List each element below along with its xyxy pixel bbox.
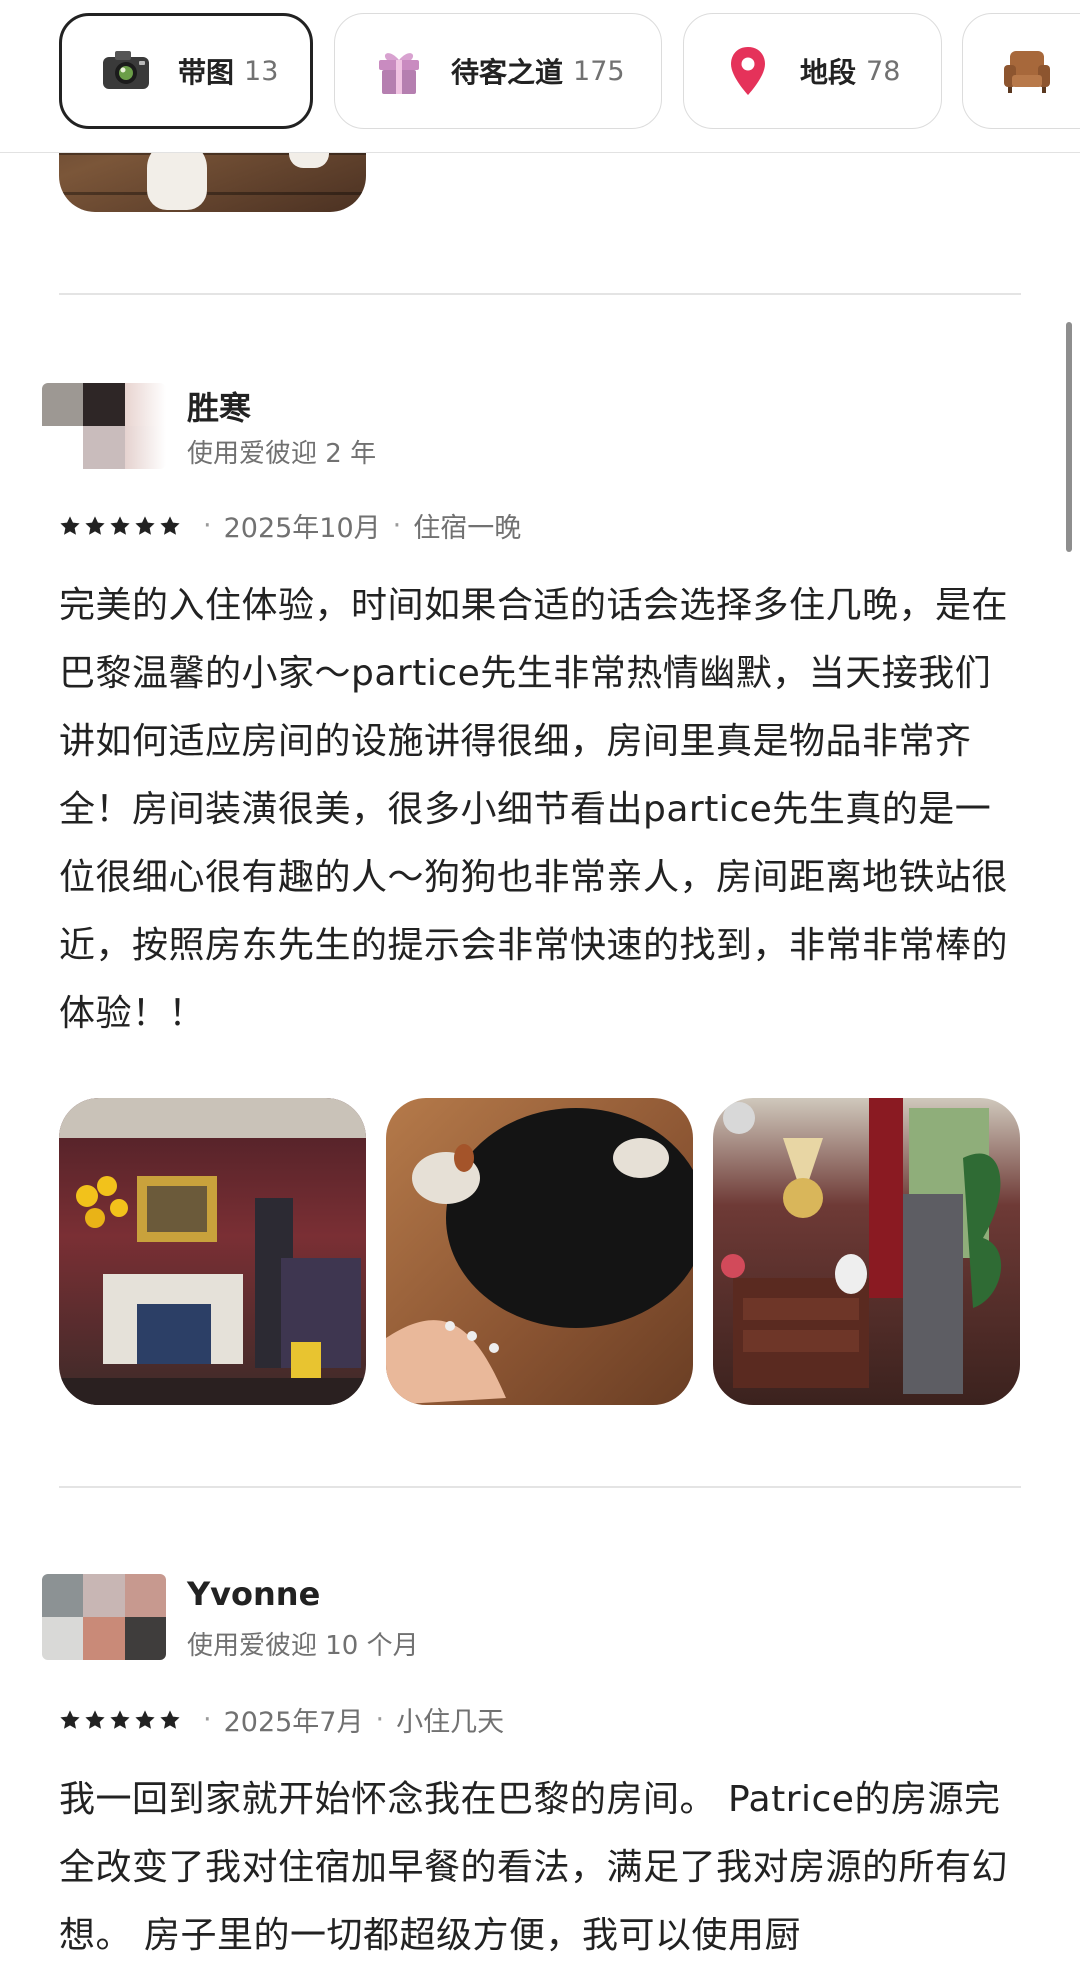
star-icon (160, 1709, 180, 1729)
location-pin-icon (722, 45, 774, 97)
stay-type: 小住几天 (396, 1707, 505, 1738)
stay-type: 住宿一晚 (413, 513, 522, 544)
star-icon (160, 515, 180, 535)
filter-chip-label: 带图 (178, 56, 235, 89)
gift-icon (373, 45, 425, 97)
review-text: 我一回到家就开始怀念我在巴黎的房间。 Patrice的房源完全改变了我对住宿加早… (59, 1779, 1009, 1956)
armchair-icon (1001, 45, 1053, 97)
star-icon (135, 515, 155, 535)
review-filter-bar: 带图 13 待客之道 175 地段 78 (0, 0, 1080, 153)
filter-chip-count: 13 (244, 55, 279, 87)
review-photo-dog[interactable] (386, 1098, 693, 1405)
star-icon (110, 1709, 130, 1729)
filter-chip-label: 地段 (800, 56, 857, 89)
star-icon (110, 515, 130, 535)
review-photo-living-room[interactable] (59, 1098, 366, 1405)
star-icon (60, 1709, 80, 1729)
review-date: 2025年10月 (223, 513, 381, 544)
star-icon (85, 515, 105, 535)
filter-chip-hospitality[interactable]: 待客之道 175 (334, 13, 662, 129)
scrollbar[interactable] (1066, 322, 1072, 552)
review-meta: · 2025年7月 · 小住几天 (59, 1700, 504, 1739)
reviewer-name: Yvonne (187, 1575, 321, 1613)
camera-icon (100, 45, 152, 97)
filter-chip-count: 78 (866, 55, 901, 87)
review-date: 2025年7月 (223, 1707, 364, 1738)
reviewer-tenure: 使用爱彼迎 2 年 (187, 439, 377, 469)
star-icon (60, 515, 80, 535)
review-photo-antique-room[interactable] (713, 1098, 1020, 1405)
review-meta: · 2025年10月 · 住宿一晚 (59, 506, 521, 545)
avatar[interactable] (42, 383, 166, 469)
filter-chip-amenities[interactable] (962, 13, 1080, 129)
star-rating (59, 1709, 181, 1731)
review-divider (59, 293, 1021, 295)
filter-chip-count: 175 (573, 55, 625, 87)
review-photos (59, 1098, 1020, 1405)
filter-chip-location[interactable]: 地段 78 (683, 13, 942, 129)
filter-chip-with-photos[interactable]: 带图 13 (59, 13, 313, 129)
filter-chip-label: 待客之道 (451, 56, 564, 89)
reviewer-tenure: 使用爱彼迎 10 个月 (187, 1631, 419, 1661)
review-text: 完美的入住体验，时间如果合适的话会选择多住几晚，是在巴黎温馨的小家～partic… (59, 585, 1009, 1034)
review-divider (59, 1486, 1021, 1488)
star-icon (85, 1709, 105, 1729)
star-icon (135, 1709, 155, 1729)
reviewer-name: 胜寒 (187, 389, 252, 427)
avatar[interactable] (42, 1574, 166, 1660)
star-rating (59, 515, 181, 537)
